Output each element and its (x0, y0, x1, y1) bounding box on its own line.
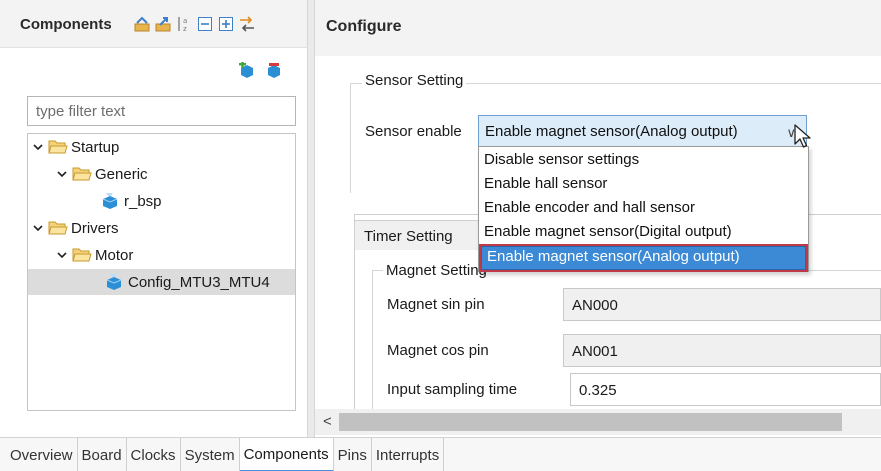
dropdown-option[interactable]: Enable hall sensor (479, 172, 808, 196)
input-sampling-time-value: 0.325 (579, 382, 617, 399)
sensor-enable-dropdown: Disable sensor settings Enable hall sens… (478, 146, 809, 272)
chevron-down-icon[interactable] (56, 168, 68, 180)
magnet-sin-pin-field[interactable]: AN000 (563, 288, 881, 321)
component-icon (100, 192, 120, 210)
svg-text:a: a (183, 17, 187, 25)
dropdown-option[interactable]: Enable magnet sensor(Digital output) (479, 220, 808, 244)
expand-icon[interactable] (218, 15, 234, 33)
configure-header: Configure (315, 0, 881, 56)
tab-components[interactable]: Components (239, 438, 334, 471)
collapse-icon[interactable] (197, 15, 213, 33)
tab-timer-setting[interactable]: Timer Setting (354, 220, 484, 250)
component-icon (104, 273, 124, 291)
magnet-cos-pin-label: Magnet cos pin (387, 342, 489, 359)
tab-pins[interactable]: Pins (334, 438, 372, 471)
magnet-setting-title: Magnet Setting (383, 262, 490, 279)
components-panel: Components az type filter text Startup G… (0, 0, 307, 437)
components-toolbar: az (134, 15, 255, 33)
dropdown-option[interactable]: Disable sensor settings (479, 148, 808, 172)
horizontal-scrollbar[interactable]: < (315, 409, 881, 435)
configure-title: Configure (326, 18, 402, 35)
scroll-left-button[interactable]: < (323, 413, 332, 430)
tree-label-motor: Motor (95, 246, 134, 264)
tab-board[interactable]: Board (78, 438, 127, 471)
dropdown-option-selected[interactable]: Enable magnet sensor(Analog output) (479, 244, 808, 272)
components-title: Components (20, 16, 112, 33)
tree-label-startup: Startup (71, 138, 120, 156)
expand-all-icon[interactable] (155, 15, 171, 33)
sensor-enable-selected-value: Enable magnet sensor(Analog output) (485, 123, 738, 140)
component-actions (238, 61, 283, 85)
filter-input[interactable] (27, 96, 296, 126)
tab-clocks[interactable]: Clocks (127, 438, 181, 471)
folder-open-icon (72, 166, 92, 182)
editor-tab-bar: Overview Board Clocks System Components … (0, 437, 881, 471)
tree-label-config-mtu3-mtu4: Config_MTU3_MTU4 (128, 273, 270, 291)
chevron-down-icon[interactable] (32, 222, 44, 234)
magnet-sin-pin-value: AN000 (572, 297, 618, 314)
remove-component-icon[interactable] (265, 62, 283, 85)
sensor-enable-label: Sensor enable (365, 123, 462, 140)
dropdown-option[interactable]: Enable encoder and hall sensor (479, 196, 808, 220)
chevron-down-icon[interactable] (32, 141, 44, 153)
tree-node-motor[interactable]: Motor (56, 242, 133, 268)
tab-interrupts[interactable]: Interrupts (372, 438, 445, 471)
tree-node-r-bsp[interactable]: r_bsp (100, 188, 162, 214)
components-header: Components az (0, 0, 307, 48)
tree-node-startup[interactable]: Startup (32, 134, 119, 160)
collapse-all-icon[interactable] (134, 15, 150, 33)
timer-setting-label: Timer Setting (364, 228, 453, 245)
magnet-sin-pin-label: Magnet sin pin (387, 296, 485, 313)
tree-label-r-bsp: r_bsp (124, 192, 162, 210)
chevron-down-icon[interactable] (56, 249, 68, 261)
link-icon[interactable] (239, 15, 255, 33)
sensor-enable-select[interactable]: Enable magnet sensor(Analog output) ∨ (478, 115, 807, 147)
sort-az-icon[interactable]: az (176, 15, 192, 33)
folder-open-icon (48, 139, 68, 155)
input-sampling-time-label: Input sampling time (387, 381, 518, 398)
tree-label-drivers: Drivers (71, 219, 119, 237)
tab-overview[interactable]: Overview (0, 438, 78, 471)
tree-node-config-mtu3-mtu4[interactable]: Config_MTU3_MTU4 (28, 269, 295, 295)
sensor-setting-title: Sensor Setting (362, 72, 467, 89)
scrollbar-thumb[interactable] (339, 413, 842, 431)
tree-node-generic[interactable]: Generic (56, 161, 148, 187)
magnet-cos-pin-field[interactable]: AN001 (563, 334, 881, 367)
tab-system[interactable]: System (181, 438, 240, 471)
folder-open-icon (72, 247, 92, 263)
mouse-pointer-icon (794, 124, 812, 155)
tree-label-generic: Generic (95, 165, 148, 183)
panel-splitter[interactable] (307, 0, 315, 437)
tree-node-drivers[interactable]: Drivers (32, 215, 119, 241)
add-component-icon[interactable] (238, 61, 256, 85)
magnet-cos-pin-value: AN001 (572, 343, 618, 360)
component-tree: Startup Generic r_bsp Drivers Motor Conf… (27, 133, 296, 411)
svg-text:z: z (183, 25, 187, 33)
folder-open-icon (48, 220, 68, 236)
input-sampling-time-field[interactable]: 0.325 (570, 373, 881, 406)
